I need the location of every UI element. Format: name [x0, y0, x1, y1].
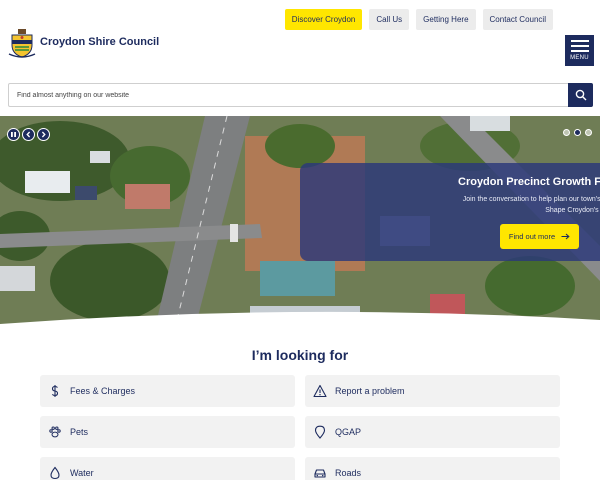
quick-link-fees-charges[interactable]: Fees & Charges: [40, 375, 295, 407]
chevron-left-icon: [26, 131, 31, 138]
quick-link-label: Report a problem: [335, 386, 405, 396]
hero-bottom-curve: [0, 311, 600, 328]
warning-icon: [313, 384, 327, 398]
contact-council-link[interactable]: Contact Council: [482, 9, 553, 30]
menu-button[interactable]: MENU: [565, 35, 594, 66]
quick-link-qgap[interactable]: QGAP: [305, 416, 560, 448]
quick-link-label: Fees & Charges: [70, 386, 136, 396]
water-drop-icon: [48, 466, 62, 480]
hero-carousel: Croydon Precinct Growth F Join the conve…: [0, 116, 600, 328]
menu-label: MENU: [570, 55, 589, 61]
search-icon: [575, 89, 586, 101]
pause-button[interactable]: [7, 128, 20, 141]
carousel-controls: [7, 128, 50, 141]
looking-for-title: I’m looking for: [251, 347, 349, 363]
quick-link-roads[interactable]: Roads: [305, 457, 560, 480]
location-pin-icon: [313, 425, 327, 439]
site-name[interactable]: Croydon Shire Council: [40, 36, 159, 48]
quick-link-report-problem[interactable]: Report a problem: [305, 375, 560, 407]
site-header: Croydon Shire Council Discover Croydon C…: [0, 0, 600, 82]
find-out-more-label: Find out more: [508, 232, 556, 241]
getting-here-link[interactable]: Getting Here: [416, 9, 476, 30]
slide-indicators: [563, 129, 592, 136]
site-search: [8, 83, 593, 107]
next-slide-button[interactable]: [37, 128, 50, 141]
slide-dot-1[interactable]: [563, 129, 570, 136]
quick-link-label: Water: [70, 468, 94, 478]
promo-text-line-1: Join the conversation to help plan our t…: [462, 196, 600, 203]
arrow-right-icon: [561, 233, 570, 240]
dollar-icon: [48, 384, 62, 398]
promo-title: Croydon Precinct Growth F: [458, 176, 600, 188]
quick-link-label: Roads: [335, 468, 362, 478]
search-input[interactable]: [9, 84, 569, 106]
discover-croydon-link[interactable]: Discover Croydon: [284, 9, 363, 30]
find-out-more-button[interactable]: Find out more: [500, 224, 579, 249]
slide-dot-3[interactable]: [585, 129, 592, 136]
promo-text-line-2: Shape Croydon's Future - Have Your S: [545, 207, 600, 214]
promo-text: Join the conversation to help plan our t…: [366, 194, 600, 216]
top-links-nav: Discover Croydon Call Us Getting Here Co…: [284, 9, 553, 30]
council-crest-logo[interactable]: [8, 28, 36, 58]
chevron-right-icon: [41, 131, 46, 138]
quick-link-label: QGAP: [335, 427, 362, 437]
search-button[interactable]: [568, 83, 593, 107]
call-us-link[interactable]: Call Us: [369, 9, 410, 30]
previous-slide-button[interactable]: [22, 128, 35, 141]
paw-icon: [48, 425, 62, 439]
quick-link-label: Pets: [70, 427, 89, 437]
slide-dot-2[interactable]: [574, 129, 581, 136]
promo-panel: Croydon Precinct Growth F Join the conve…: [300, 163, 600, 261]
quick-link-water[interactable]: Water: [40, 457, 295, 480]
quick-link-pets[interactable]: Pets: [40, 416, 295, 448]
pause-icon: [11, 132, 16, 137]
hamburger-icon: [570, 40, 589, 52]
car-icon: [313, 466, 327, 480]
